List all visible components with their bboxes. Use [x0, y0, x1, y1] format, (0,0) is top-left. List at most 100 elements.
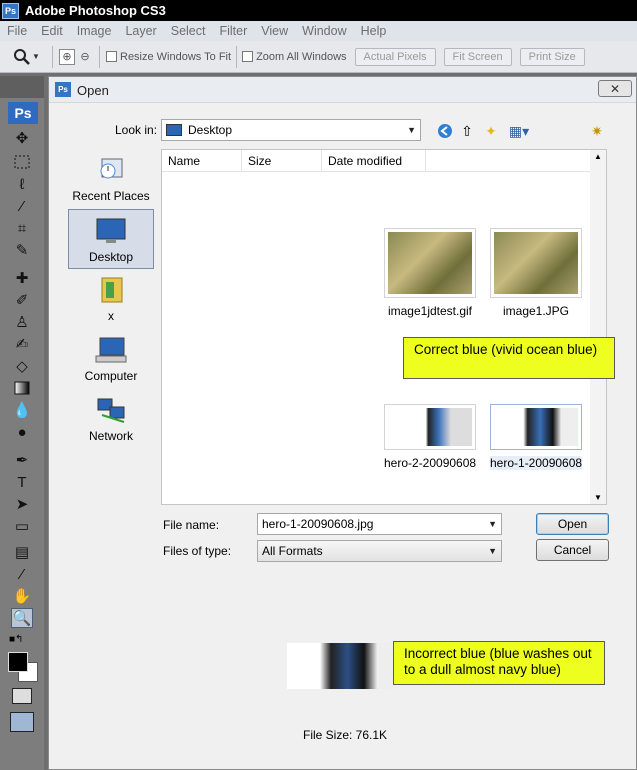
menu-edit[interactable]: Edit — [34, 24, 70, 38]
close-button[interactable]: ✕ — [598, 80, 632, 97]
place-label: Computer — [84, 369, 138, 383]
file-item[interactable]: image1jdtest.gif — [384, 228, 476, 318]
thumbnail — [384, 404, 476, 450]
zoom-tool-preset-icon[interactable]: ▼ — [12, 48, 46, 66]
menu-filter[interactable]: Filter — [212, 24, 254, 38]
cancel-button[interactable]: Cancel — [536, 539, 609, 561]
look-in-dropdown[interactable]: Desktop ▼ — [161, 119, 421, 141]
place-computer[interactable]: Computer — [68, 329, 154, 389]
gradient-tool-icon[interactable] — [11, 378, 33, 398]
actual-pixels-button[interactable]: Actual Pixels — [354, 47, 436, 66]
scroll-up-icon[interactable]: ▲ — [594, 152, 602, 161]
marquee-tool-icon[interactable] — [11, 152, 33, 172]
brush-tool-icon[interactable]: ✐ — [11, 290, 33, 310]
look-in-value: Desktop — [188, 123, 233, 137]
vertical-scrollbar[interactable]: ▲ ▼ — [590, 150, 606, 504]
toolbox: Ps ✥ ℓ ⁄ ⌗ ✎ ✚ ✐ ♙ ✍ ◇ 💧 ● ✒ T ➤ ▭ ▤ ⁄ ✋… — [0, 76, 44, 770]
menu-file[interactable]: File — [0, 24, 34, 38]
column-name[interactable]: Name — [162, 150, 242, 171]
menu-window[interactable]: Window — [295, 24, 353, 38]
print-size-button[interactable]: Print Size — [519, 47, 585, 66]
file-size-label: File Size: 76.1K — [303, 728, 388, 742]
files-of-type-value: All Formats — [262, 544, 323, 558]
move-tool-icon[interactable]: ✥ — [11, 128, 33, 148]
place-label: Network — [88, 429, 133, 443]
dodge-tool-icon[interactable]: ● — [11, 422, 33, 442]
back-icon[interactable] — [435, 122, 455, 140]
file-item[interactable]: image1.JPG — [490, 228, 582, 318]
file-item-selected[interactable]: hero-1-20090608.... — [490, 404, 582, 470]
scroll-down-icon[interactable]: ▼ — [594, 493, 602, 502]
file-item[interactable]: hero-2-20090608.... — [384, 404, 476, 470]
place-network[interactable]: Network — [68, 389, 154, 449]
resize-windows-check[interactable] — [106, 51, 117, 62]
column-size[interactable]: Size — [242, 150, 322, 171]
new-folder-icon[interactable]: ✦ — [481, 122, 501, 140]
clone-stamp-icon[interactable]: ♙ — [11, 312, 33, 332]
place-label: Desktop — [88, 250, 134, 264]
eraser-tool-icon[interactable]: ◇ — [11, 356, 33, 376]
column-date-modified[interactable]: Date modified — [322, 150, 426, 171]
files-of-type-dropdown[interactable]: All Formats ▼ — [257, 540, 502, 562]
column-header: Name Size Date modified — [162, 150, 592, 172]
recent-places-icon — [94, 155, 128, 185]
up-folder-icon[interactable]: ⇧ — [457, 122, 477, 140]
zoom-all-windows-checkbox[interactable]: Zoom All Windows — [242, 50, 347, 63]
magic-wand-icon[interactable]: ⁄ — [11, 196, 33, 216]
file-name: hero-2-20090608.... — [384, 456, 476, 470]
lasso-tool-icon[interactable]: ℓ — [11, 174, 33, 194]
notes-tool-icon[interactable]: ▤ — [11, 542, 33, 562]
file-name-input[interactable]: hero-1-20090608.jpg ▼ — [257, 513, 502, 535]
folder-icon — [94, 275, 128, 305]
path-selection-icon[interactable]: ➤ — [11, 494, 33, 514]
screen-mode-icon[interactable] — [10, 712, 34, 732]
resize-windows-checkbox[interactable]: Resize Windows To Fit — [106, 51, 231, 63]
place-desktop[interactable]: Desktop — [68, 209, 154, 269]
zoom-in-icon[interactable]: ⊕ — [59, 48, 75, 65]
menu-layer[interactable]: Layer — [118, 24, 163, 38]
file-name-value: hero-1-20090608.jpg — [262, 517, 374, 531]
look-in-label: Look in: — [115, 123, 158, 137]
correct-blue-callout: Correct blue (vivid ocean blue) — [403, 337, 615, 379]
open-button[interactable]: Open — [536, 513, 609, 535]
shape-tool-icon[interactable]: ▭ — [11, 516, 33, 536]
thumbnail — [490, 404, 582, 450]
fit-screen-button[interactable]: Fit Screen — [443, 47, 512, 66]
pen-tool-icon[interactable]: ✒ — [11, 450, 33, 470]
zoom-all-label: Zoom All Windows — [256, 50, 347, 63]
hand-tool-icon[interactable]: ✋ — [11, 586, 33, 606]
dialog-title-bar: Ps Open ✕ — [49, 77, 636, 103]
zoom-tool-icon[interactable]: 🔍 — [11, 608, 33, 628]
file-browser-icon[interactable]: ✷ — [587, 122, 607, 140]
file-list[interactable]: Name Size Date modified image1jdtest.gif… — [161, 149, 607, 505]
zoom-out-icon[interactable]: ⊖ — [77, 49, 93, 65]
slice-tool-icon[interactable]: ✎ — [11, 240, 33, 260]
healing-brush-icon[interactable]: ✚ — [11, 268, 33, 288]
blur-tool-icon[interactable]: 💧 — [11, 400, 33, 420]
zoom-all-check[interactable] — [242, 51, 254, 62]
toolbox-header — [0, 76, 44, 98]
quick-mask-icon[interactable] — [12, 688, 32, 704]
resize-windows-label: Resize Windows To Fit — [120, 50, 232, 63]
menu-select[interactable]: Select — [164, 24, 213, 38]
chevron-down-icon: ▼ — [488, 546, 497, 556]
foreground-color-swatch[interactable] — [8, 652, 28, 672]
type-tool-icon[interactable]: T — [11, 472, 33, 492]
photoshop-app-icon: Ps — [55, 82, 71, 97]
view-menu-icon[interactable]: ▦▾ — [505, 122, 533, 140]
place-x[interactable]: x — [68, 269, 154, 329]
eyedropper-tool-icon[interactable]: ⁄ — [11, 564, 33, 584]
menu-help[interactable]: Help — [354, 24, 394, 38]
crop-tool-icon[interactable]: ⌗ — [11, 218, 33, 238]
photoshop-toolbox-logo: Ps — [8, 102, 38, 124]
place-label: Recent Places — [72, 189, 150, 203]
incorrect-blue-callout: Incorrect blue (blue washes out to a dul… — [393, 641, 605, 685]
menu-view[interactable]: View — [254, 24, 295, 38]
place-label: x — [108, 309, 114, 323]
preview-image — [287, 643, 397, 689]
place-recent-places[interactable]: Recent Places — [68, 149, 154, 209]
default-colors-icon[interactable]: ■↰ — [9, 634, 23, 645]
menu-image[interactable]: Image — [70, 24, 119, 38]
history-brush-icon[interactable]: ✍ — [11, 334, 33, 354]
file-name: hero-1-20090608.... — [490, 456, 582, 470]
